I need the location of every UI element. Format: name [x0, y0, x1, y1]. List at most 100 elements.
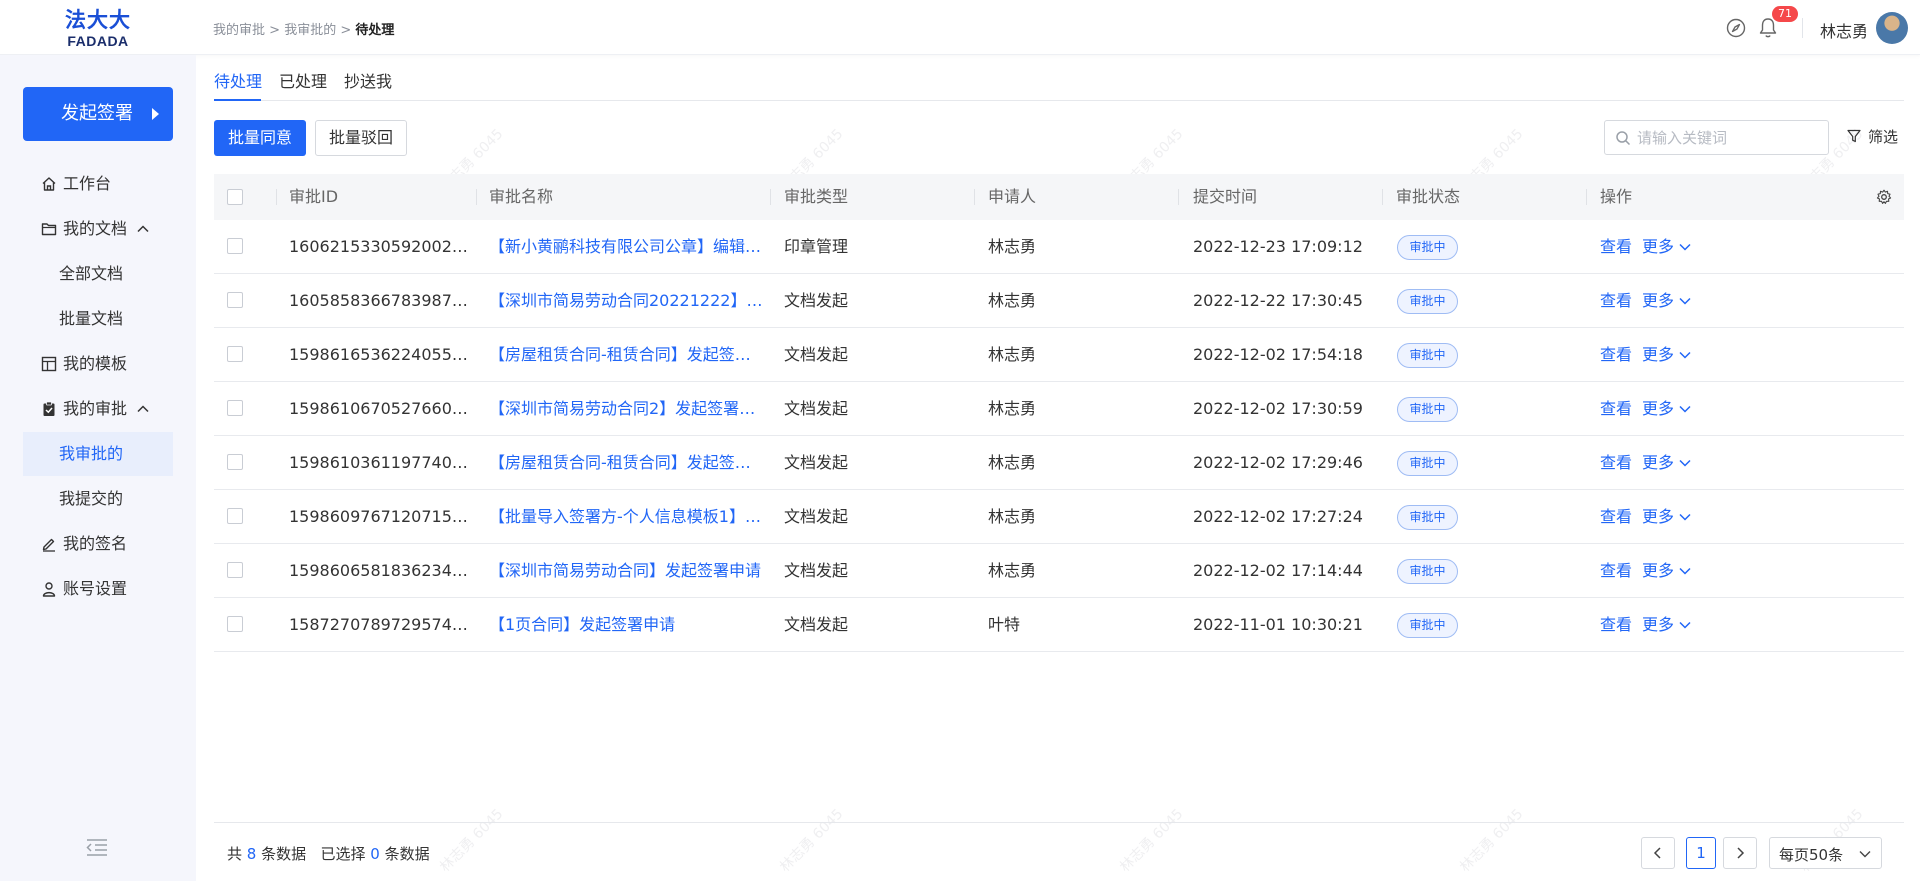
row-checkbox[interactable]	[227, 508, 243, 524]
view-link[interactable]: 查看	[1600, 598, 1632, 651]
more-dropdown[interactable]: 更多	[1642, 328, 1691, 381]
user-name[interactable]: 林志勇	[1820, 18, 1868, 42]
view-link[interactable]: 查看	[1600, 220, 1632, 273]
sidebar: 发起签署 工作台 我的文档 全部文档 批量文档 我的模板 我的审批 我审批的 我…	[0, 55, 196, 881]
chevron-down-icon	[1679, 513, 1691, 521]
search-box	[1604, 120, 1829, 155]
search-input[interactable]	[1637, 127, 1822, 149]
row-checkbox[interactable]	[227, 454, 243, 470]
search-icon	[1616, 131, 1631, 146]
table-row: 1606215330592002050 【新小黄鹂科技有限公司公章】编辑权限申请印…	[214, 220, 1904, 274]
sidebar-item-approved-by-me[interactable]: 我审批的	[23, 432, 173, 476]
row-checkbox[interactable]	[227, 562, 243, 578]
chevron-down-icon	[1679, 297, 1691, 305]
breadcrumb-separator: >	[340, 23, 356, 38]
table-row: 1598616536224055297 【房屋租赁合同-租赁合同】发起签署申请 文档…	[214, 328, 1904, 382]
next-page-button[interactable]	[1723, 837, 1757, 869]
cell-approval-name-link[interactable]: 【深圳市简易劳动合同20221222】发起签署申请	[489, 274, 765, 327]
sidebar-item-label: 全部文档	[59, 264, 124, 283]
table-header: 审批ID 审批名称 审批类型 申请人 提交时间 审批状态 操作	[214, 174, 1904, 220]
cell-approval-name-link[interactable]: 【深圳市简易劳动合同2】发起签署申请	[489, 382, 765, 435]
gear-icon[interactable]	[1876, 189, 1892, 205]
cell-approval-type: 文档发起	[784, 345, 849, 364]
cell-applicant: 林志勇	[988, 507, 1037, 526]
page-number-current[interactable]: 1	[1686, 837, 1716, 869]
sidebar-item-submitted-by-me[interactable]: 我提交的	[23, 477, 173, 521]
more-dropdown[interactable]: 更多	[1642, 598, 1691, 651]
sidebar-item-my-signature[interactable]: 我的签名	[23, 522, 173, 566]
table-row: 1587270789729574913 【1页合同】发起签署申请 文档发起 叶特 202…	[214, 598, 1904, 652]
more-dropdown[interactable]: 更多	[1642, 274, 1691, 327]
cell-approval-name-link[interactable]: 【新小黄鹂科技有限公司公章】编辑权限申请	[489, 220, 765, 273]
cell-submit-time: 2022-11-01 10:30:21	[1193, 615, 1363, 634]
view-link[interactable]: 查看	[1600, 382, 1632, 435]
row-checkbox[interactable]	[227, 346, 243, 362]
notification-badge: 71	[1772, 6, 1798, 22]
chevron-up-icon[interactable]	[136, 222, 150, 236]
more-dropdown[interactable]: 更多	[1642, 436, 1691, 489]
prev-page-button[interactable]	[1641, 837, 1675, 869]
view-link[interactable]: 查看	[1600, 490, 1632, 543]
more-dropdown[interactable]: 更多	[1642, 544, 1691, 597]
selected-prefix: 已选择	[320, 845, 366, 863]
sidebar-item-label: 我的审批	[63, 399, 128, 418]
cell-approval-name-link[interactable]: 【房屋租赁合同-租赁合同】发起签署申请	[489, 436, 765, 489]
cell-approval-type: 文档发起	[784, 615, 849, 634]
cell-approval-type: 文档发起	[784, 399, 849, 418]
sidebar-item-my-templates[interactable]: 我的模板	[23, 342, 173, 386]
row-checkbox[interactable]	[227, 292, 243, 308]
sidebar-item-label: 批量文档	[59, 309, 124, 328]
breadcrumb-item[interactable]: 我的审批	[213, 23, 265, 38]
select-all-checkbox[interactable]	[227, 189, 243, 205]
tab-pending[interactable]: 待处理	[214, 68, 262, 92]
batch-reject-button[interactable]: 批量驳回	[315, 120, 407, 156]
tab-cc-me[interactable]: 抄送我	[344, 68, 392, 92]
view-link[interactable]: 查看	[1600, 274, 1632, 327]
view-link[interactable]: 查看	[1600, 544, 1632, 597]
column-divider	[276, 189, 277, 205]
sidebar-item-label: 我的签名	[63, 534, 128, 553]
collapse-menu-icon[interactable]	[86, 838, 108, 856]
sidebar-item-my-approvals[interactable]: 我的审批	[23, 387, 173, 431]
start-signing-button[interactable]: 发起签署	[23, 87, 173, 141]
tab-processed[interactable]: 已处理	[279, 68, 327, 92]
more-label: 更多	[1642, 453, 1675, 472]
sidebar-item-my-documents[interactable]: 我的文档	[23, 207, 173, 251]
breadcrumb-item[interactable]: 我审批的	[284, 23, 336, 38]
cell-approval-name-link[interactable]: 【深圳市简易劳动合同】发起签署申请	[489, 544, 765, 597]
status-badge: 审批中	[1397, 451, 1458, 476]
cell-submit-time: 2022-12-23 17:09:12	[1193, 237, 1363, 256]
column-divider	[1178, 189, 1179, 205]
row-checkbox[interactable]	[227, 400, 243, 416]
status-badge: 审批中	[1397, 343, 1458, 368]
cell-applicant: 林志勇	[988, 345, 1037, 364]
avatar[interactable]	[1876, 12, 1908, 44]
cell-approval-name-link[interactable]: 【1页合同】发起签署申请	[489, 598, 765, 651]
sidebar-item-account-settings[interactable]: 账号设置	[23, 567, 173, 611]
cell-approval-id: 1598610670527660033	[289, 399, 469, 418]
fadada-logo[interactable]: 法大大 FADADA	[62, 8, 134, 50]
chevron-left-icon	[1653, 847, 1661, 859]
cell-approval-name-link[interactable]: 【批量导入签署方-个人信息模板1】发起签署申请	[489, 490, 765, 543]
page-size-label: 每页50条	[1779, 846, 1844, 864]
chevron-down-icon	[1859, 851, 1871, 858]
column-header-actions: 操作	[1600, 187, 1633, 206]
compass-icon[interactable]	[1726, 18, 1746, 38]
view-link[interactable]: 查看	[1600, 436, 1632, 489]
chevron-down-icon	[1679, 351, 1691, 359]
sidebar-item-workbench[interactable]: 工作台	[23, 162, 173, 206]
batch-approve-button[interactable]: 批量同意	[214, 120, 306, 156]
view-link[interactable]: 查看	[1600, 328, 1632, 381]
more-dropdown[interactable]: 更多	[1642, 220, 1691, 273]
start-signing-label: 发起签署	[61, 103, 133, 124]
more-dropdown[interactable]: 更多	[1642, 382, 1691, 435]
row-checkbox[interactable]	[227, 616, 243, 632]
sidebar-item-batch-documents[interactable]: 批量文档	[23, 297, 173, 341]
cell-approval-name-link[interactable]: 【房屋租赁合同-租赁合同】发起签署申请	[489, 328, 765, 381]
more-label: 更多	[1642, 345, 1675, 364]
page-size-select[interactable]: 每页50条	[1769, 837, 1882, 869]
chevron-up-icon[interactable]	[136, 402, 150, 416]
more-dropdown[interactable]: 更多	[1642, 490, 1691, 543]
sidebar-item-all-documents[interactable]: 全部文档	[23, 252, 173, 296]
row-checkbox[interactable]	[227, 238, 243, 254]
